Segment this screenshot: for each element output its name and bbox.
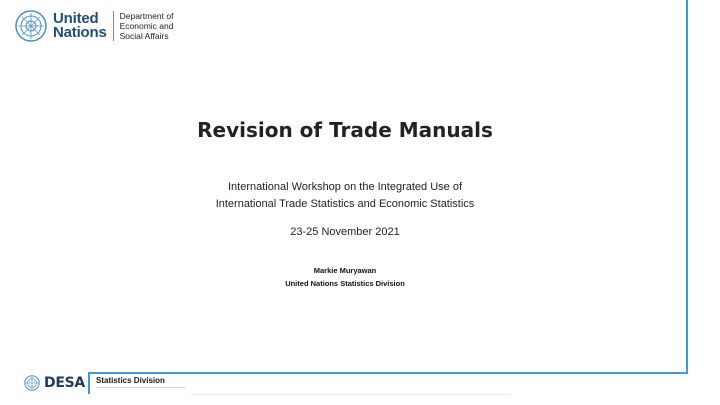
un-wordmark-line2: Nations <box>53 24 107 41</box>
event-date: 23-25 November 2021 <box>290 226 400 238</box>
un-emblem-small-icon <box>24 375 40 391</box>
department-line2: Economic and <box>119 21 174 31</box>
presenter-block: Markie Muryawan United Nations Statistic… <box>0 264 690 290</box>
footer-divider <box>96 387 186 388</box>
slide-subtitle: International Workshop on the Integrated… <box>0 179 690 213</box>
subtitle-line1: International Workshop on the Integrated… <box>228 181 462 193</box>
footer-divider-faint <box>190 394 510 395</box>
un-wordmark: United Nations <box>53 11 107 41</box>
department-line1: Department of <box>119 11 174 21</box>
department-line3: Social Affairs <box>119 31 169 41</box>
department-name: Department of Economic and Social Affair… <box>120 11 174 41</box>
bottom-accent-rule <box>88 372 688 374</box>
desa-logo-text: DESA <box>44 375 85 391</box>
footer-accent-rule <box>88 372 90 394</box>
slide: United Nations Department of Economic an… <box>0 0 720 405</box>
un-emblem-icon <box>15 10 47 42</box>
slide-title: Revision of Trade Manuals <box>197 118 493 142</box>
footer-division-label: Statistics Division <box>96 376 165 385</box>
subtitle-line2: International Trade Statistics and Econo… <box>215 198 475 210</box>
logo-divider <box>112 11 114 41</box>
presenter-name: Markie Muryawan <box>313 266 377 275</box>
un-desa-logo: United Nations Department of Economic an… <box>15 10 173 42</box>
desa-footer-logo: DESA <box>24 375 85 391</box>
presenter-affiliation: United Nations Statistics Division <box>285 279 405 288</box>
